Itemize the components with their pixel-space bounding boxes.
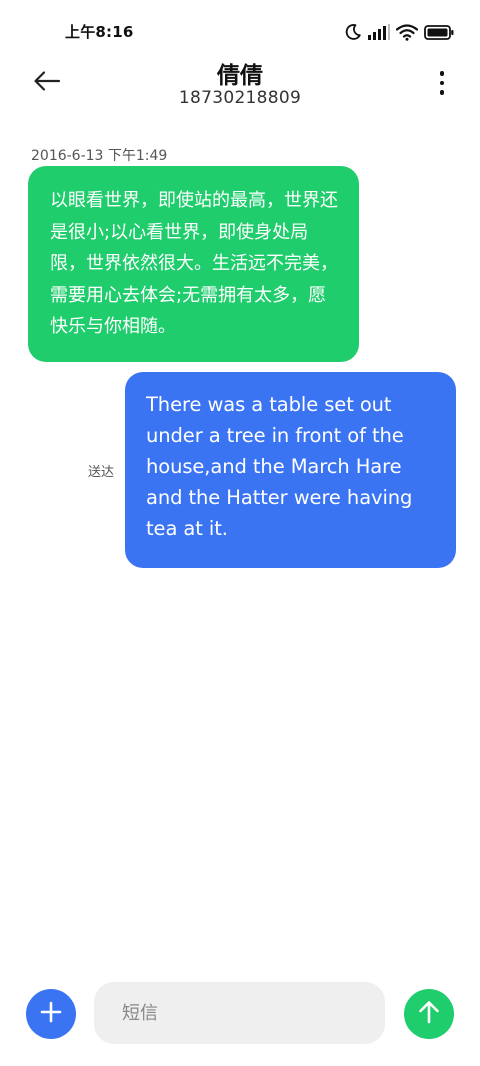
- status-icons: [344, 21, 454, 43]
- conversation-header: 倩倩 18730218809: [0, 56, 480, 116]
- incoming-message-bubble[interactable]: 以眼看世界，即使站的最高，世界还是很小;以心看世界，即使身处局限，世界依然很大。…: [28, 166, 359, 362]
- message-timestamp: 2016-6-13 下午1:49: [31, 148, 168, 164]
- plus-icon: [40, 1001, 62, 1027]
- message-input[interactable]: [94, 982, 385, 1044]
- contact-name: 倩倩: [217, 63, 263, 89]
- arrow-up-icon: [418, 1000, 440, 1028]
- status-bar: 上午8:16: [0, 0, 480, 62]
- send-button[interactable]: [404, 989, 454, 1039]
- moon-icon: [344, 23, 362, 41]
- contact-number: 18730218809: [178, 88, 302, 108]
- more-options-button[interactable]: [434, 68, 450, 98]
- more-vertical-icon: [439, 71, 445, 76]
- outgoing-message-bubble[interactable]: There was a table set out under a tree i…: [125, 372, 456, 568]
- battery-icon: [424, 24, 454, 40]
- status-time: 上午8:16: [65, 23, 134, 41]
- add-attachment-button[interactable]: [26, 989, 76, 1039]
- wifi-icon: [396, 23, 418, 41]
- signal-icon: [368, 24, 390, 40]
- delivery-status: 送达: [88, 465, 115, 480]
